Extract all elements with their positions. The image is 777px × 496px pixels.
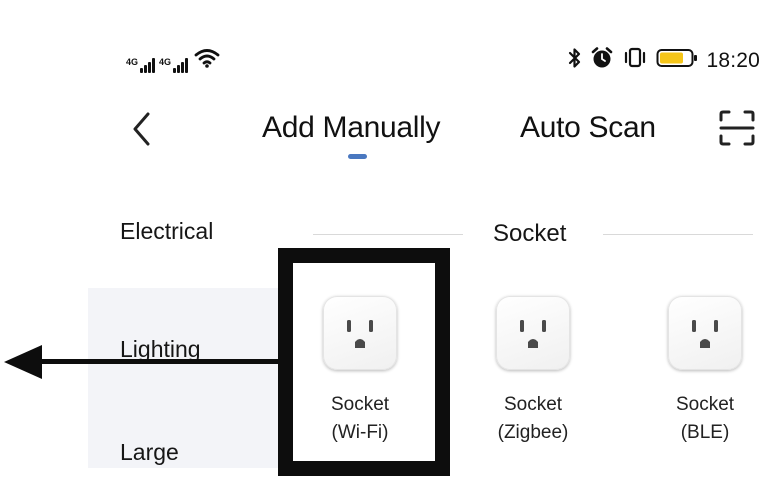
section-divider-right — [603, 234, 753, 235]
selected-category-background — [88, 288, 278, 468]
section-title: Socket — [493, 220, 567, 247]
device-name: Socket — [330, 394, 390, 415]
device-protocol: (Zigbee) — [497, 422, 569, 443]
network-type-label: 4G — [126, 57, 139, 67]
category-electrical[interactable]: Electrical — [120, 216, 213, 246]
signal-icon: 4G — [159, 57, 189, 73]
alarm-icon — [590, 47, 614, 74]
bluetooth-icon — [568, 47, 582, 74]
signal-icon: 4G — [126, 57, 156, 73]
app-screen: 4G 4G 18:20 Add Manually Auto Scan Elect… — [0, 0, 777, 496]
section-divider-left — [313, 234, 463, 235]
device-socket-wifi[interactable]: Socket (Wi-Fi) — [290, 296, 430, 447]
annotation-arrow-shaft — [30, 359, 280, 364]
category-large[interactable]: Large — [120, 437, 179, 467]
scan-frame-icon — [719, 110, 755, 146]
tab-auto-scan[interactable]: Auto Scan — [520, 108, 656, 148]
device-name: Socket — [675, 394, 735, 415]
device-protocol: (Wi-Fi) — [331, 422, 389, 443]
device-label: Socket (Zigbee) — [463, 391, 603, 447]
status-bar-left: 4G 4G — [126, 48, 220, 73]
power-socket-icon — [668, 296, 742, 370]
back-button[interactable] — [126, 110, 160, 148]
battery-icon — [656, 47, 698, 74]
tab-add-manually[interactable]: Add Manually — [262, 108, 440, 148]
wifi-icon — [194, 48, 220, 73]
device-label: Socket (Wi-Fi) — [290, 391, 430, 447]
chevron-left-icon — [133, 112, 150, 146]
device-label: Socket (BLE) — [635, 391, 775, 447]
device-socket-ble[interactable]: Socket (BLE) — [635, 296, 775, 447]
status-bar-right: 18:20 — [568, 47, 760, 74]
network-type-label: 4G — [159, 57, 172, 67]
arrow-left-icon — [4, 345, 42, 379]
scan-button[interactable] — [717, 108, 757, 148]
power-socket-icon — [323, 296, 397, 370]
device-socket-zigbee[interactable]: Socket (Zigbee) — [463, 296, 603, 447]
vibrate-icon — [622, 47, 648, 74]
active-tab-indicator — [348, 154, 367, 159]
power-socket-icon — [496, 296, 570, 370]
device-protocol: (BLE) — [680, 422, 730, 443]
device-name: Socket — [503, 394, 563, 415]
clock-time: 18:20 — [706, 48, 760, 72]
